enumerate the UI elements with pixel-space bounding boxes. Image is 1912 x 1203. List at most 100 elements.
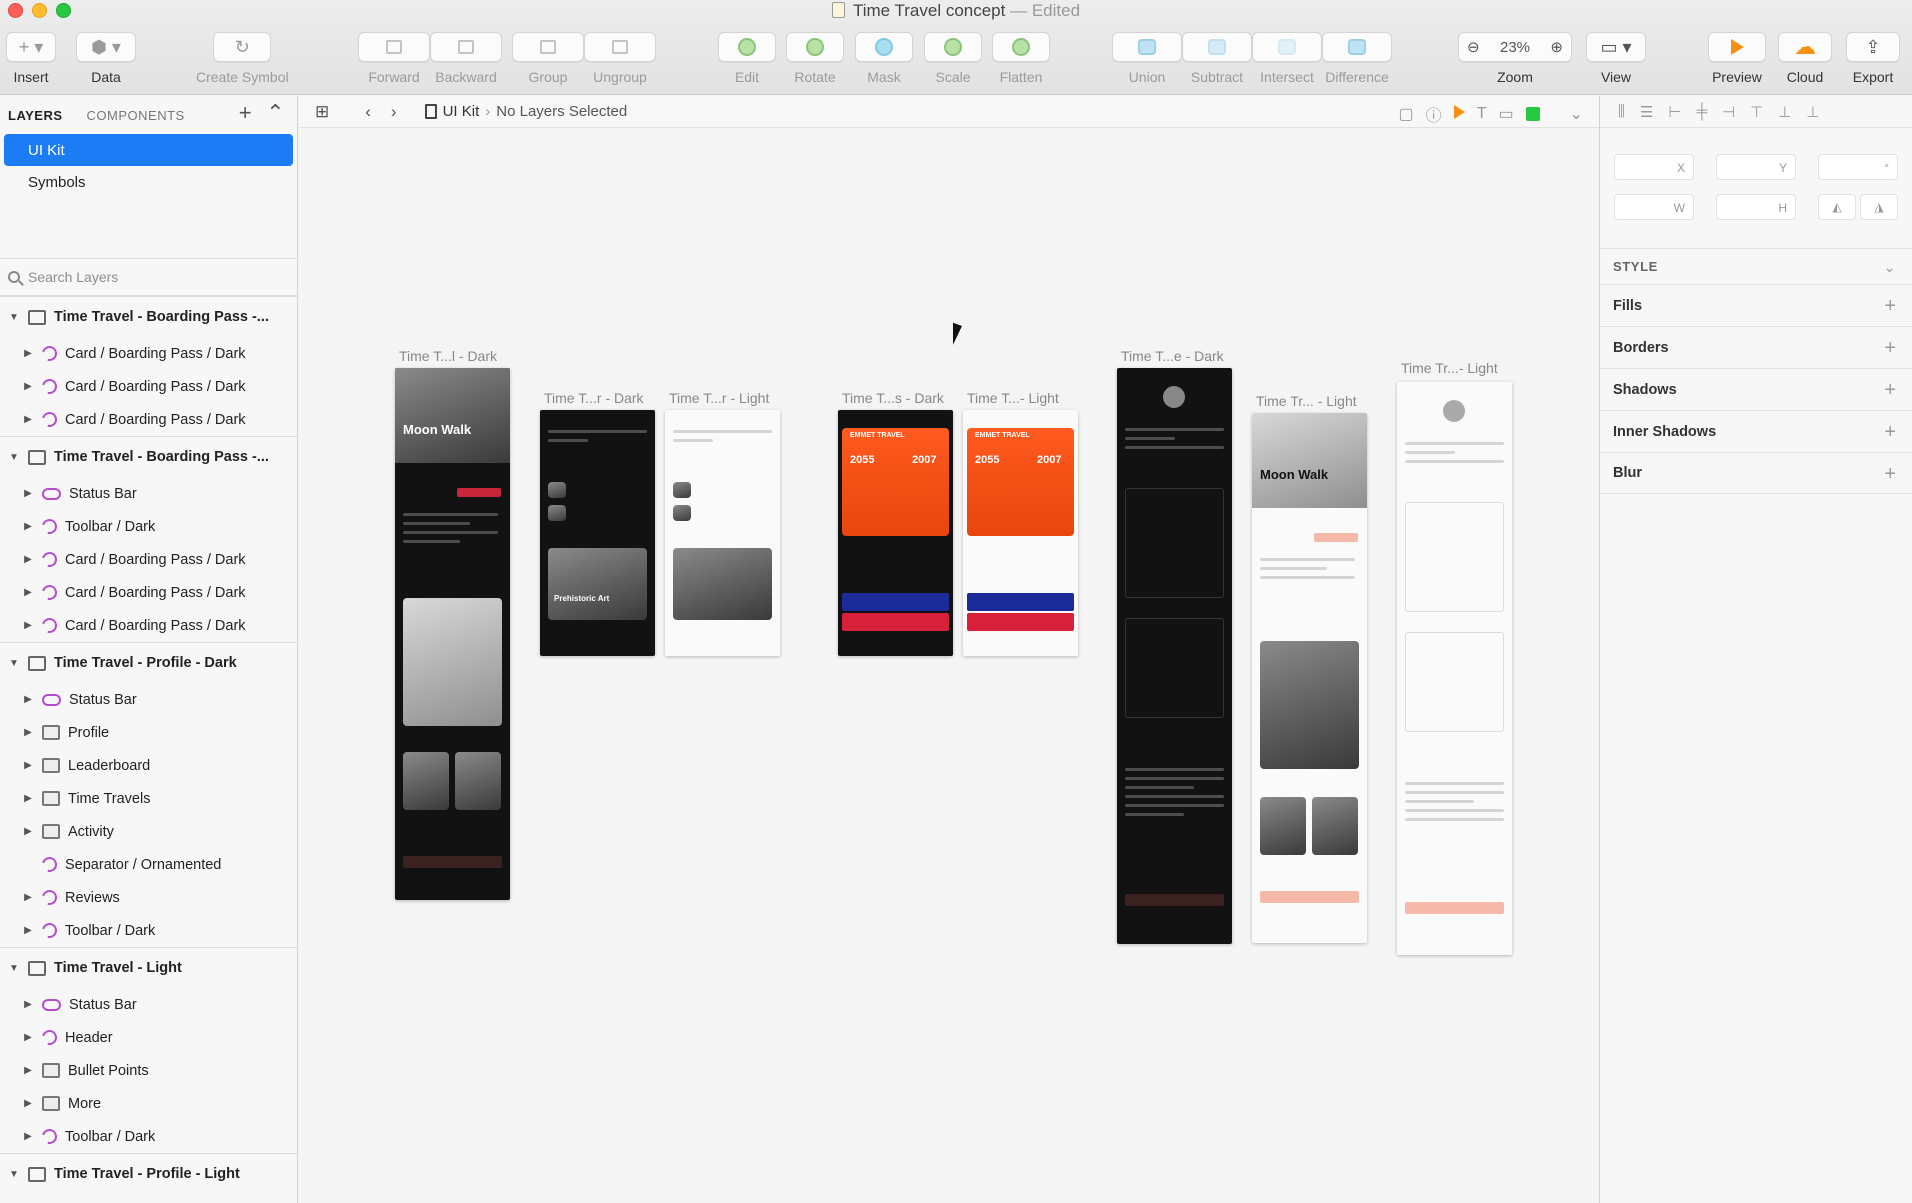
- borders-section[interactable]: Borders +: [1600, 326, 1912, 368]
- layer-row[interactable]: ▶ Status Bar: [0, 683, 297, 716]
- layer-group-row[interactable]: ▼ Time Travel - Boarding Pass -...: [0, 296, 297, 337]
- add-border-icon[interactable]: +: [1884, 337, 1896, 360]
- artboard-label[interactable]: Time T...r - Light: [669, 390, 769, 406]
- layer-row[interactable]: ▶ Toolbar / Dark: [0, 1120, 297, 1153]
- info-icon[interactable]: ⓘ: [1426, 102, 1442, 126]
- subtract-tool[interactable]: Subtract: [1182, 32, 1252, 85]
- zoom-out-icon[interactable]: ⊖: [1467, 38, 1480, 56]
- fit-artboards-icon[interactable]: ⊞: [315, 102, 329, 122]
- fills-section[interactable]: Fills +: [1600, 284, 1912, 326]
- layer-row[interactable]: ▶ Toolbar / Dark: [0, 914, 297, 947]
- align-right-icon[interactable]: ⊣: [1722, 103, 1735, 121]
- mask-tool[interactable]: Mask: [855, 32, 913, 85]
- layer-group-row[interactable]: ▼ Time Travel - Light: [0, 947, 297, 988]
- artboard-label[interactable]: Time T...s - Dark: [842, 390, 944, 406]
- ungroup-tool[interactable]: Ungroup: [584, 32, 656, 85]
- chevron-down-icon[interactable]: ⌄: [1884, 259, 1896, 276]
- disclosure-down-icon[interactable]: ▼: [6, 963, 22, 974]
- disclosure-right-icon[interactable]: ▶: [20, 1065, 36, 1076]
- tab-components[interactable]: COMPONENTS: [87, 108, 185, 123]
- artboard-boarding-light[interactable]: EMMET TRAVEL 2055 2007: [963, 410, 1078, 656]
- shadows-section[interactable]: Shadows +: [1600, 368, 1912, 410]
- add-shadow-icon[interactable]: +: [1884, 379, 1896, 402]
- union-tool[interactable]: Union: [1112, 32, 1182, 85]
- layer-group-row[interactable]: ▼ Time Travel - Profile - Light: [0, 1153, 297, 1194]
- layer-row[interactable]: ▶ Reviews: [0, 881, 297, 914]
- artboard-tool-icon[interactable]: ▭: [1498, 104, 1513, 124]
- disclosure-right-icon[interactable]: ▶: [20, 381, 36, 392]
- x-field[interactable]: X: [1614, 154, 1694, 180]
- align-top-icon[interactable]: ⊤: [1750, 103, 1763, 121]
- disclosure-right-icon[interactable]: ▶: [20, 554, 36, 565]
- artboard-boarding-dark[interactable]: EMMET TRAVEL 2055 2007: [838, 410, 953, 656]
- layer-row[interactable]: ▶ Profile: [0, 716, 297, 749]
- disclosure-right-icon[interactable]: ▶: [20, 1032, 36, 1043]
- artboard-profile-dark[interactable]: [1117, 368, 1232, 944]
- artboard-list-dark[interactable]: Prehistoric Art: [540, 410, 655, 656]
- layer-row[interactable]: ▶ Card / Boarding Pass / Dark: [0, 370, 297, 403]
- symbol-tool-icon[interactable]: ▢: [1399, 104, 1414, 124]
- disclosure-right-icon[interactable]: ▶: [20, 826, 36, 837]
- search-input[interactable]: Search Layers: [28, 269, 118, 285]
- layer-group-row[interactable]: ▼ Time Travel - Profile - Dark: [0, 642, 297, 683]
- artboard-label[interactable]: Time T...- Light: [967, 390, 1059, 406]
- disclosure-right-icon[interactable]: ▶: [20, 521, 36, 532]
- disclosure-down-icon[interactable]: ▼: [6, 1169, 22, 1180]
- collapse-pages-icon[interactable]: ⌃: [266, 102, 285, 124]
- disclosure-right-icon[interactable]: ▶: [20, 587, 36, 598]
- add-inner-shadow-icon[interactable]: +: [1884, 421, 1896, 444]
- align-center-icon[interactable]: ╪: [1696, 103, 1707, 120]
- layer-row[interactable]: ▶ Status Bar: [0, 988, 297, 1021]
- text-tool-icon[interactable]: T: [1477, 105, 1487, 123]
- forward-tool[interactable]: Forward: [358, 32, 430, 85]
- export-tool[interactable]: ⇪ Export: [1846, 32, 1900, 85]
- layer-row[interactable]: ▶ Card / Boarding Pass / Dark: [0, 543, 297, 576]
- data-tool[interactable]: ⬢ ▾ Data: [76, 32, 136, 85]
- insert-tool[interactable]: + ▾ Insert: [6, 32, 56, 85]
- page-item-symbols[interactable]: Symbols: [4, 166, 293, 198]
- artboard-label[interactable]: Time T...r - Dark: [544, 390, 644, 406]
- canvas[interactable]: ⊞ ‹ › UI Kit › No Layers Selected ▢ ⓘ T …: [299, 96, 1599, 1203]
- intersect-tool[interactable]: Intersect: [1252, 32, 1322, 85]
- add-page-icon[interactable]: +: [239, 102, 252, 124]
- flatten-tool[interactable]: Flatten: [992, 32, 1050, 85]
- forward-icon[interactable]: ›: [391, 102, 397, 122]
- artboard-moon-walk-light[interactable]: Moon Walk: [1252, 413, 1367, 943]
- disclosure-right-icon[interactable]: ▶: [20, 414, 36, 425]
- rotate-tool[interactable]: Rotate: [786, 32, 844, 85]
- artboard-label[interactable]: Time T...e - Dark: [1121, 348, 1224, 364]
- artboard-profile-light[interactable]: [1397, 382, 1512, 955]
- distribute-h-icon[interactable]: ⫼: [1618, 103, 1625, 120]
- view-tool[interactable]: ▭ ▾ View: [1586, 32, 1646, 85]
- edit-tool[interactable]: Edit: [718, 32, 776, 85]
- disclosure-down-icon[interactable]: ▼: [6, 658, 22, 669]
- difference-tool[interactable]: Difference: [1322, 32, 1392, 85]
- inner-shadows-section[interactable]: Inner Shadows +: [1600, 410, 1912, 452]
- disclosure-right-icon[interactable]: ▶: [20, 892, 36, 903]
- layer-row[interactable]: ▶ Header: [0, 1021, 297, 1054]
- layer-row[interactable]: ▶ Bullet Points: [0, 1054, 297, 1087]
- backward-tool[interactable]: Backward: [430, 32, 502, 85]
- more-chevron-icon[interactable]: ⌄: [1570, 104, 1583, 124]
- layer-row[interactable]: ▶ Card / Boarding Pass / Dark: [0, 609, 297, 642]
- scale-tool[interactable]: Scale: [924, 32, 982, 85]
- disclosure-right-icon[interactable]: ▶: [20, 727, 36, 738]
- page-item-ui-kit[interactable]: UI Kit: [4, 134, 293, 166]
- layer-row[interactable]: ▶ Activity: [0, 815, 297, 848]
- add-fill-icon[interactable]: +: [1884, 295, 1896, 318]
- align-left-icon[interactable]: ⊢: [1668, 103, 1681, 121]
- layer-row[interactable]: ▶ Card / Boarding Pass / Dark: [0, 403, 297, 436]
- height-field[interactable]: H: [1716, 194, 1796, 220]
- disclosure-right-icon[interactable]: ▶: [20, 999, 36, 1010]
- blur-section[interactable]: Blur +: [1600, 452, 1912, 494]
- rotation-field[interactable]: °: [1818, 154, 1898, 180]
- layer-group-row[interactable]: ▼ Time Travel - Boarding Pass -...: [0, 436, 297, 477]
- preview-play-icon[interactable]: [1453, 104, 1465, 124]
- layer-row[interactable]: ▶ More: [0, 1087, 297, 1120]
- breadcrumb-page[interactable]: UI Kit: [443, 103, 480, 120]
- distribute-v-icon[interactable]: ☰: [1640, 103, 1653, 121]
- align-bottom-icon[interactable]: ⊥: [1806, 103, 1819, 121]
- artboard-label[interactable]: Time Tr... - Light: [1256, 393, 1357, 409]
- disclosure-down-icon[interactable]: ▼: [6, 312, 22, 323]
- preview-tool[interactable]: Preview: [1708, 32, 1766, 85]
